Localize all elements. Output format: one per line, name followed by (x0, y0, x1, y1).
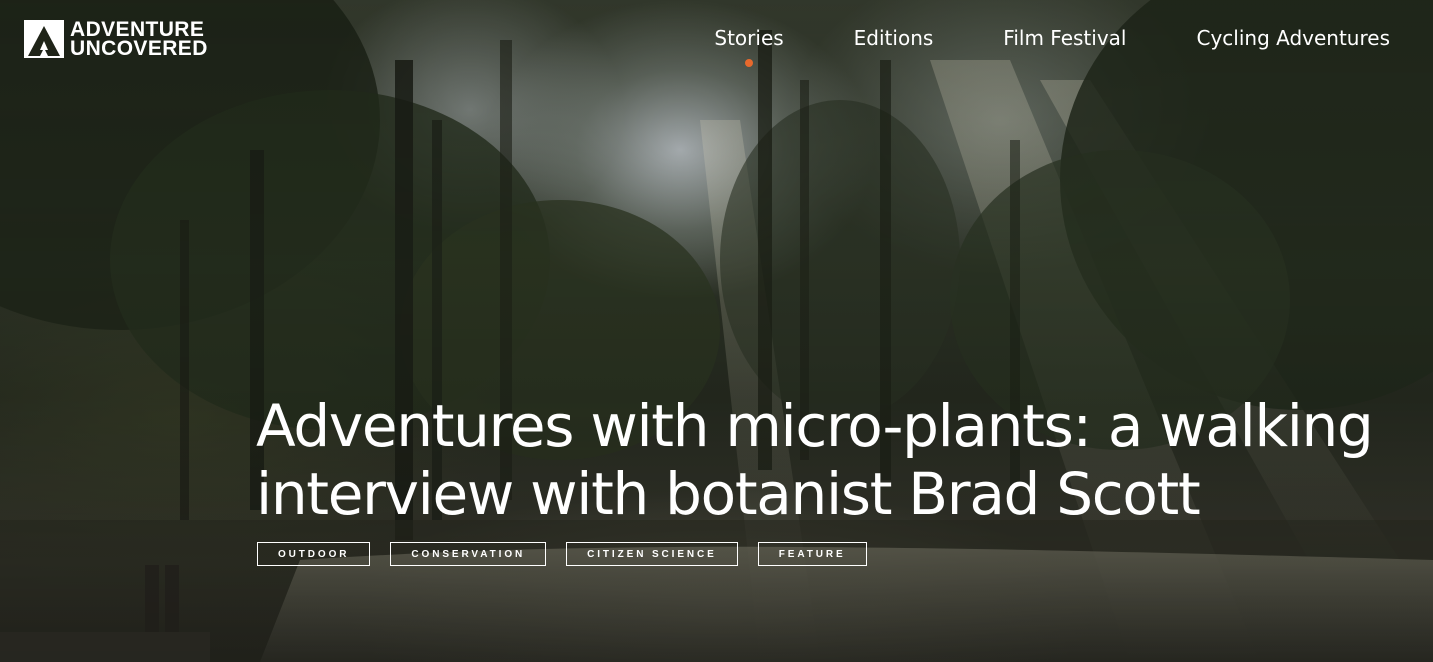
nav-item-stories[interactable]: Stories (714, 26, 784, 67)
nav-item-label: Editions (853, 26, 934, 50)
main-nav: Stories Editions Film Festival Cycling A… (714, 26, 1390, 67)
active-indicator-dot (745, 59, 754, 67)
nav-item-label: Film Festival (1003, 26, 1127, 50)
logo-wordmark: ADVENTURE UNCOVERED (70, 19, 208, 60)
tag-outdoor[interactable]: OUTDOOR (257, 542, 371, 566)
nav-item-label: Cycling Adventures (1196, 26, 1390, 50)
site-logo[interactable]: ADVENTURE UNCOVERED (24, 19, 208, 60)
tag-citizen-science[interactable]: CITIZEN SCIENCE (566, 542, 738, 566)
tag-conservation[interactable]: CONSERVATION (390, 542, 547, 566)
hero-banner: ADVENTURE UNCOVERED Stories Editions Fil… (0, 0, 1433, 662)
nav-item-cycling-adventures[interactable]: Cycling Adventures (1196, 26, 1390, 50)
tag-feature[interactable]: FEATURE (757, 542, 867, 566)
article-tags: OUTDOOR CONSERVATION CITIZEN SCIENCE FEA… (257, 542, 867, 566)
nav-item-editions[interactable]: Editions (854, 26, 934, 50)
logo-line-2: UNCOVERED (70, 37, 208, 60)
nav-item-label: Stories (714, 26, 784, 50)
nav-item-film-festival[interactable]: Film Festival (1003, 26, 1126, 50)
mountain-logo-icon (24, 20, 64, 58)
article-title: Adventures with micro-plants: a walking … (256, 392, 1374, 528)
